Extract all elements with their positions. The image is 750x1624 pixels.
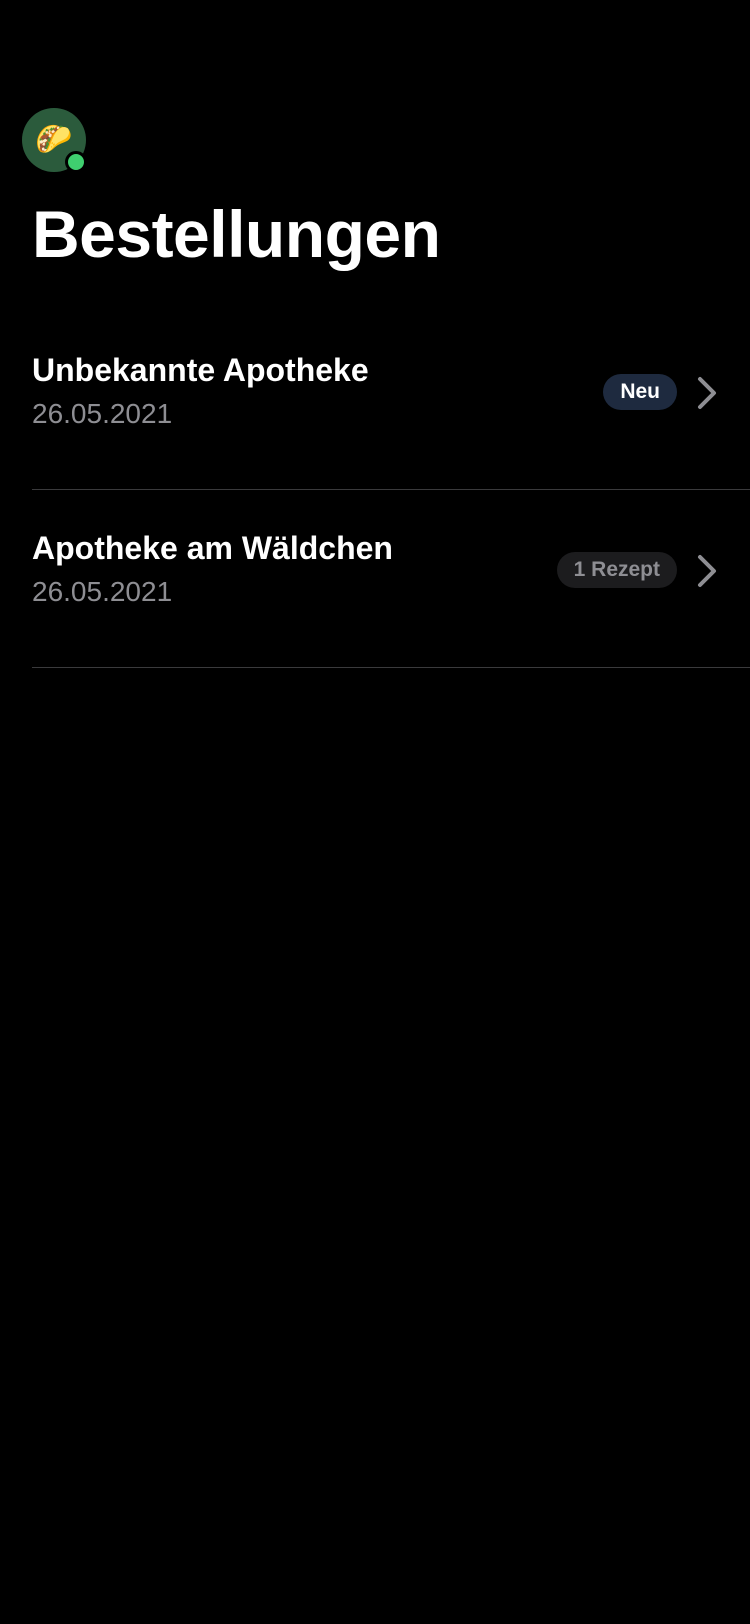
pharmacy-name: Unbekannte Apotheke [32,352,369,388]
prescription-count-badge: 1 Rezept [556,552,677,588]
row-divider [32,667,750,668]
page-title: Bestellungen [32,197,441,271]
order-row-apotheke-am-waeldchen[interactable]: Apotheke am Wäldchen 26.05.2021 1 Rezept [0,490,750,668]
order-row-unbekannte-apotheke[interactable]: Unbekannte Apotheke 26.05.2021 Neu [0,312,750,490]
taco-icon: 🌮 [35,123,73,156]
chevron-right-icon [698,377,716,409]
online-status-icon [65,151,87,173]
order-list: Unbekannte Apotheke 26.05.2021 Neu Apoth… [0,312,750,668]
chevron-right-icon [698,555,716,587]
pharmacy-name: Apotheke am Wäldchen [32,530,393,566]
status-badge-new: Neu [603,374,677,410]
profile-avatar[interactable]: 🌮 [22,108,87,173]
order-date: 26.05.2021 [32,398,173,429]
order-date: 26.05.2021 [32,576,173,607]
